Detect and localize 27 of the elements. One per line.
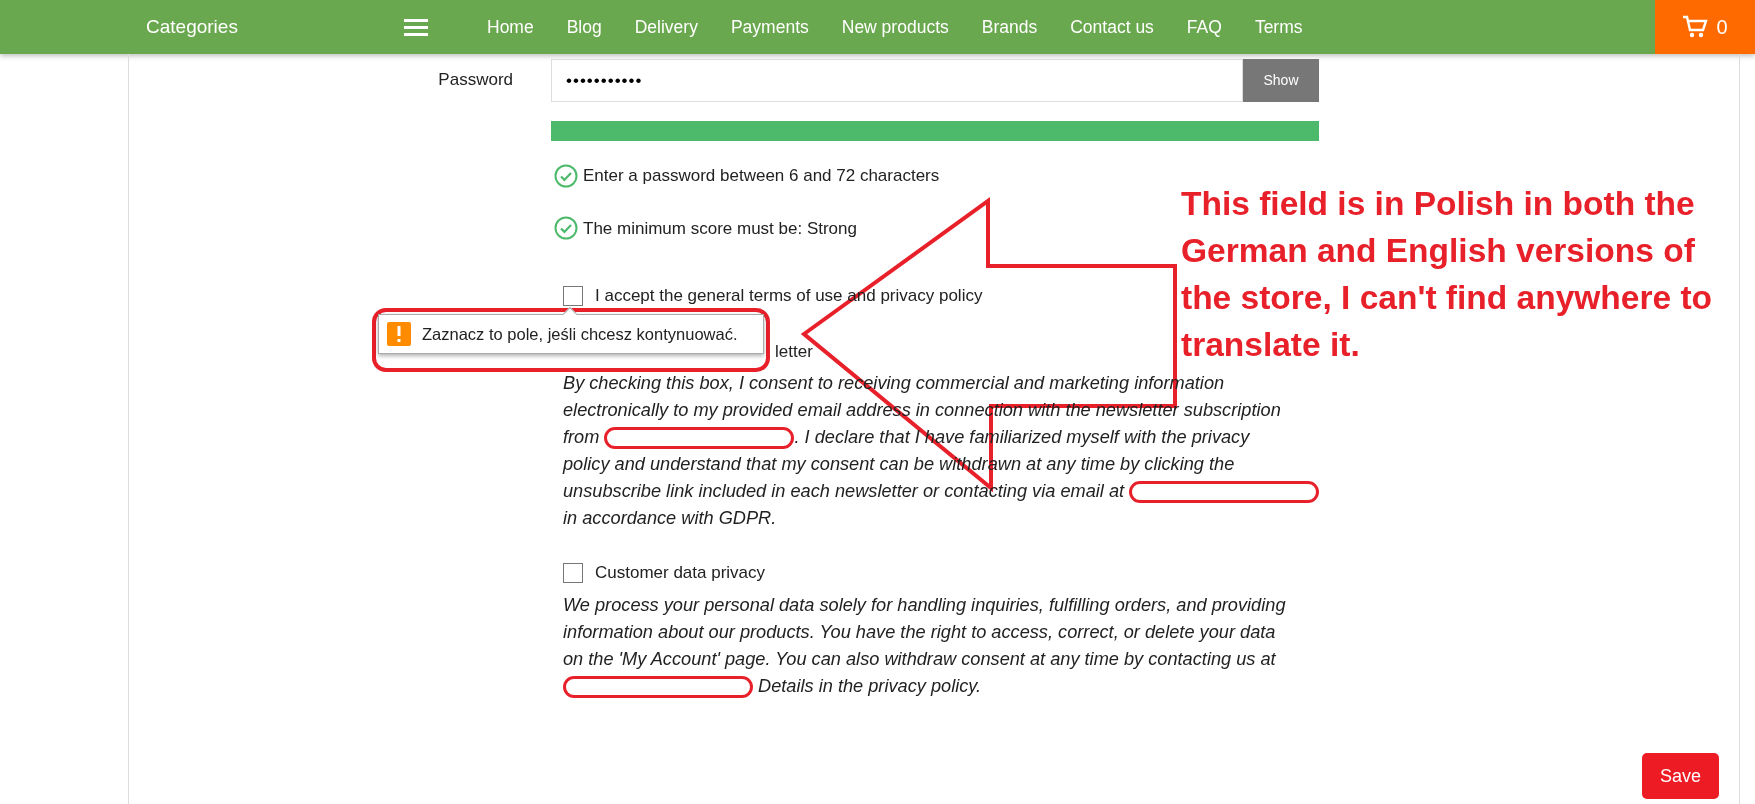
password-field[interactable]: ••••••••••• <box>551 59 1243 102</box>
nav-link[interactable]: Terms <box>1254 13 1303 41</box>
show-button[interactable]: Show <box>1243 59 1319 102</box>
cart-icon[interactable] <box>1682 15 1709 39</box>
checkbox[interactable] <box>563 562 583 583</box>
rule-text: The minimum score must be: Strong <box>583 217 857 240</box>
nav-link[interactable]: Brands <box>981 13 1038 41</box>
checkbox-label: Customer data privacy <box>594 562 766 584</box>
nav-link[interactable]: Home <box>487 13 534 41</box>
rule-text: Enter a password between 6 and 72 characters <box>583 165 940 187</box>
checkbox[interactable] <box>563 285 583 306</box>
cart-count: 0 <box>1716 15 1728 40</box>
menu-icon[interactable] <box>404 18 428 36</box>
warning-icon <box>387 322 411 346</box>
checkbox-label: letter <box>775 340 813 363</box>
tooltip-text: Zaznacz to pole, jeśli chcesz kontynuować. <box>422 323 738 345</box>
nav-link[interactable]: New products <box>841 13 949 41</box>
nav-link[interactable]: FAQ <box>1186 13 1222 41</box>
nav-link[interactable]: Contact us <box>1070 13 1154 41</box>
nav-link[interactable]: Payments <box>730 13 809 41</box>
consent-description: We process your personal data solely for handling inquiries, fulfilling orders, and providing information about our products. You have the right to access, correct, or delete your data on the 'My Account' page. You can also withdraw consent at any time by contacting us at Details in the privacy policy. <box>563 593 1286 700</box>
password-label: Password <box>437 69 513 91</box>
nav-link[interactable]: Blog <box>566 13 602 41</box>
save-button[interactable]: Save <box>1642 753 1719 799</box>
nav-link[interactable]: Delivery <box>634 13 698 41</box>
categories-title[interactable]: Categories <box>146 12 378 42</box>
annotation-text: This field is in Polish in both the German and English versions of the store, I can't find anywhere to translate it. <box>1181 184 1713 365</box>
